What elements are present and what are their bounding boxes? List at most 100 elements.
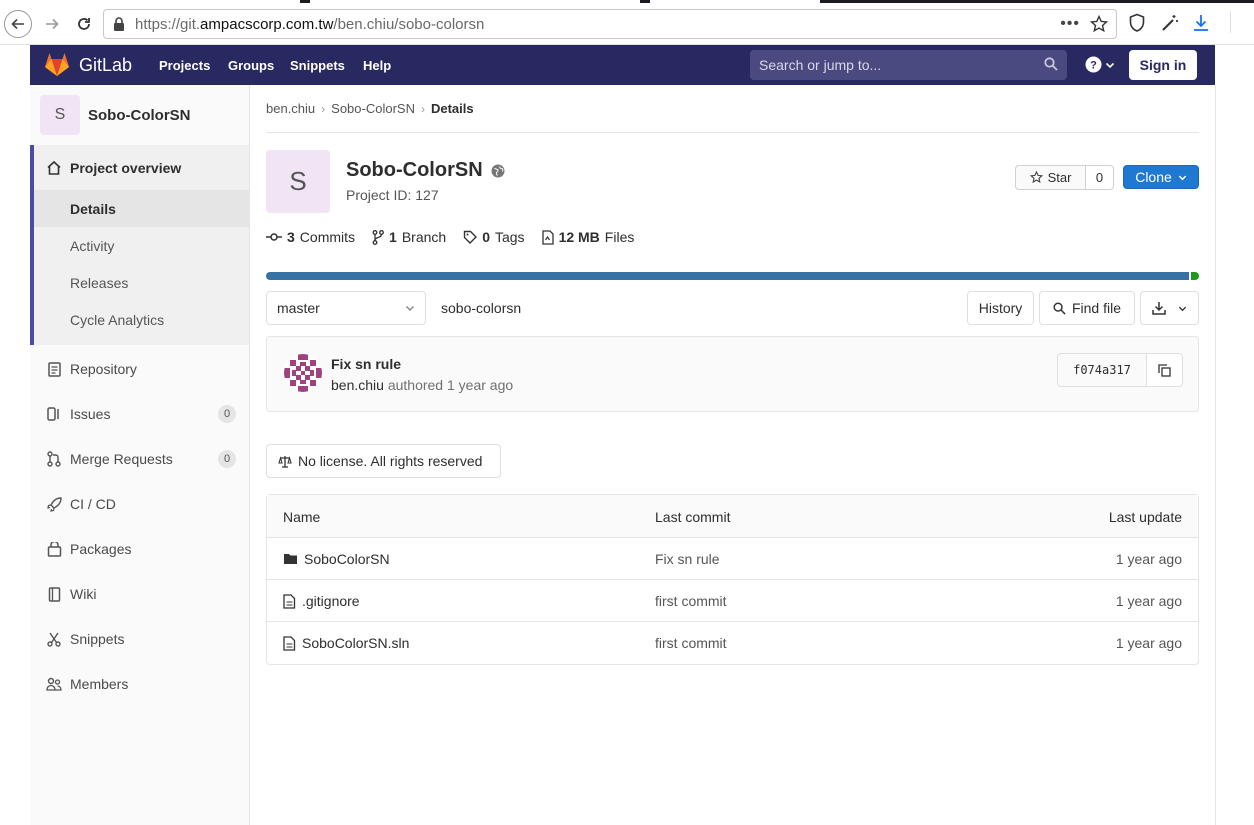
- star-icon: [1029, 171, 1043, 184]
- sidebar-sub-details[interactable]: Details: [34, 190, 249, 227]
- stat-tags[interactable]: 0 Tags: [463, 229, 525, 245]
- sidebar-item-merge-requests[interactable]: Merge Requests 0: [46, 447, 236, 471]
- sidebar-sub-label: Cycle Analytics: [70, 311, 165, 328]
- file-name: SoboColorSN.sln: [302, 635, 410, 651]
- tab-strip: [0, 0, 1254, 3]
- brand-name[interactable]: GitLab: [79, 55, 132, 76]
- sidebar-item-label: Packages: [70, 541, 132, 557]
- star-count[interactable]: 0: [1085, 165, 1114, 190]
- breadcrumb-project[interactable]: Sobo-ColorSN: [331, 101, 415, 116]
- table-row[interactable]: .gitignore first commit 1 year ago: [267, 580, 1198, 622]
- sidebar-item-wiki[interactable]: Wiki: [46, 582, 236, 606]
- page-actions-button[interactable]: •••: [1060, 15, 1080, 33]
- bookmark-star-icon[interactable]: [1090, 15, 1108, 33]
- stat-value: 3: [287, 229, 295, 245]
- sidebar-project-name: Sobo-ColorSN: [88, 106, 191, 124]
- star-button[interactable]: Star: [1015, 165, 1086, 190]
- breadcrumb-current[interactable]: Details: [431, 101, 474, 116]
- sidebar-sub-label: Activity: [70, 237, 115, 254]
- question-icon: ?: [1085, 56, 1102, 73]
- sidebar-sub-releases[interactable]: Releases: [34, 264, 249, 301]
- nav-snippets[interactable]: Snippets: [290, 58, 345, 73]
- last-commit-cell[interactable]: first commit: [655, 635, 727, 651]
- tab[interactable]: [650, 0, 820, 3]
- tab-active[interactable]: [0, 0, 300, 3]
- sign-in-button[interactable]: Sign in: [1129, 50, 1197, 80]
- breadcrumb-separator: ›: [420, 101, 425, 116]
- address-bar[interactable]: https://git.ampacscorp.com.tw/ben.chiu/s…: [103, 9, 1117, 39]
- repo-path-link[interactable]: sobo-colorsn: [441, 300, 521, 316]
- download-dropdown-button[interactable]: [1140, 291, 1199, 325]
- url-text: https://git.ampacscorp.com.tw/ben.chiu/s…: [135, 16, 485, 33]
- users-icon: [46, 676, 62, 692]
- browser-menu-button[interactable]: [1230, 11, 1254, 33]
- breadcrumb-user[interactable]: ben.chiu: [266, 101, 315, 116]
- sidebar-item-snippets[interactable]: Snippets: [46, 627, 236, 651]
- sidebar-item-ci-cd[interactable]: CI / CD: [46, 492, 236, 516]
- repository-languages-bar[interactable]: [266, 272, 1199, 280]
- clone-dropdown-button[interactable]: Clone: [1123, 165, 1199, 189]
- folder-icon: [284, 554, 297, 564]
- commit-title[interactable]: Fix sn rule: [331, 356, 401, 372]
- issues-icon: [46, 406, 62, 422]
- magic-wand-icon[interactable]: [1160, 13, 1180, 33]
- commit-author[interactable]: ben.chiu: [331, 377, 384, 393]
- sidebar-sub-activity[interactable]: Activity: [34, 227, 249, 264]
- nav-help[interactable]: Help: [363, 58, 391, 73]
- commit-sha[interactable]: f074a317: [1057, 353, 1147, 387]
- tag-icon: [463, 230, 478, 244]
- download-icon: [1152, 302, 1166, 315]
- file-name-cell[interactable]: .gitignore: [283, 593, 360, 609]
- scissors-icon: [46, 631, 62, 647]
- reload-button[interactable]: [70, 10, 98, 38]
- last-update-cell: 1 year ago: [1115, 551, 1182, 567]
- file-name-cell[interactable]: SoboColorSN.sln: [283, 635, 409, 651]
- sidebar-item-repository[interactable]: Repository: [46, 357, 236, 381]
- license-badge[interactable]: No license. All rights reserved: [266, 444, 501, 478]
- sidebar-sub-cycle-analytics[interactable]: Cycle Analytics: [34, 301, 249, 338]
- tab[interactable]: [310, 0, 640, 3]
- table-row[interactable]: SoboColorSN.sln first commit 1 year ago: [267, 622, 1198, 664]
- download-icon[interactable]: [1192, 13, 1210, 33]
- sidebar-item-packages[interactable]: Packages: [46, 537, 236, 561]
- language-segment[interactable]: [266, 272, 1189, 280]
- author-avatar[interactable]: [284, 354, 322, 392]
- stat-label: Branch: [401, 229, 447, 245]
- nav-groups[interactable]: Groups: [228, 58, 274, 73]
- table-row[interactable]: SoboColorSN Fix sn rule 1 year ago: [267, 538, 1198, 580]
- stat-label: Files: [604, 229, 635, 245]
- branch-selector[interactable]: master: [266, 291, 426, 325]
- gitlab-logo-icon[interactable]: [44, 53, 70, 77]
- shield-icon[interactable]: [1128, 13, 1146, 33]
- file-icon: [283, 635, 296, 651]
- nav-projects[interactable]: Projects: [159, 58, 210, 73]
- stat-branches[interactable]: 1 Branch: [372, 229, 446, 245]
- license-label: No license. All rights reserved: [298, 453, 483, 469]
- sidebar-sub-label: Details: [70, 200, 116, 217]
- history-button[interactable]: History: [967, 291, 1034, 325]
- forward-button[interactable]: [38, 10, 66, 38]
- chevron-down-icon: [1178, 306, 1187, 311]
- last-commit-cell[interactable]: first commit: [655, 593, 727, 609]
- sidebar-item-project-overview[interactable]: Project overview: [46, 160, 181, 176]
- sidebar-item-label: Members: [70, 676, 129, 692]
- find-file-button[interactable]: Find file: [1039, 291, 1135, 325]
- search-icon: [1044, 57, 1058, 71]
- sidebar-item-label: CI / CD: [70, 496, 116, 512]
- copy-sha-button[interactable]: [1146, 353, 1183, 387]
- stat-files[interactable]: 12 MB Files: [541, 229, 635, 245]
- doc-icon: [46, 361, 62, 377]
- back-button[interactable]: [4, 10, 32, 38]
- star-label: Star: [1047, 170, 1072, 185]
- sidebar-item-issues[interactable]: Issues 0: [46, 402, 236, 426]
- stat-commits[interactable]: 3 Commits: [266, 229, 355, 245]
- last-update-cell: 1 year ago: [1115, 593, 1182, 609]
- stat-value: 1: [389, 229, 397, 245]
- search-input[interactable]: Search or jump to...: [750, 50, 1067, 80]
- help-dropdown[interactable]: ?: [1085, 56, 1115, 73]
- sidebar-item-members[interactable]: Members: [46, 672, 236, 696]
- file-name-cell[interactable]: SoboColorSN: [283, 551, 390, 567]
- sidebar-project-header[interactable]: S Sobo-ColorSN: [40, 95, 191, 135]
- last-commit-cell[interactable]: Fix sn rule: [655, 551, 720, 567]
- language-segment[interactable]: [1191, 272, 1199, 280]
